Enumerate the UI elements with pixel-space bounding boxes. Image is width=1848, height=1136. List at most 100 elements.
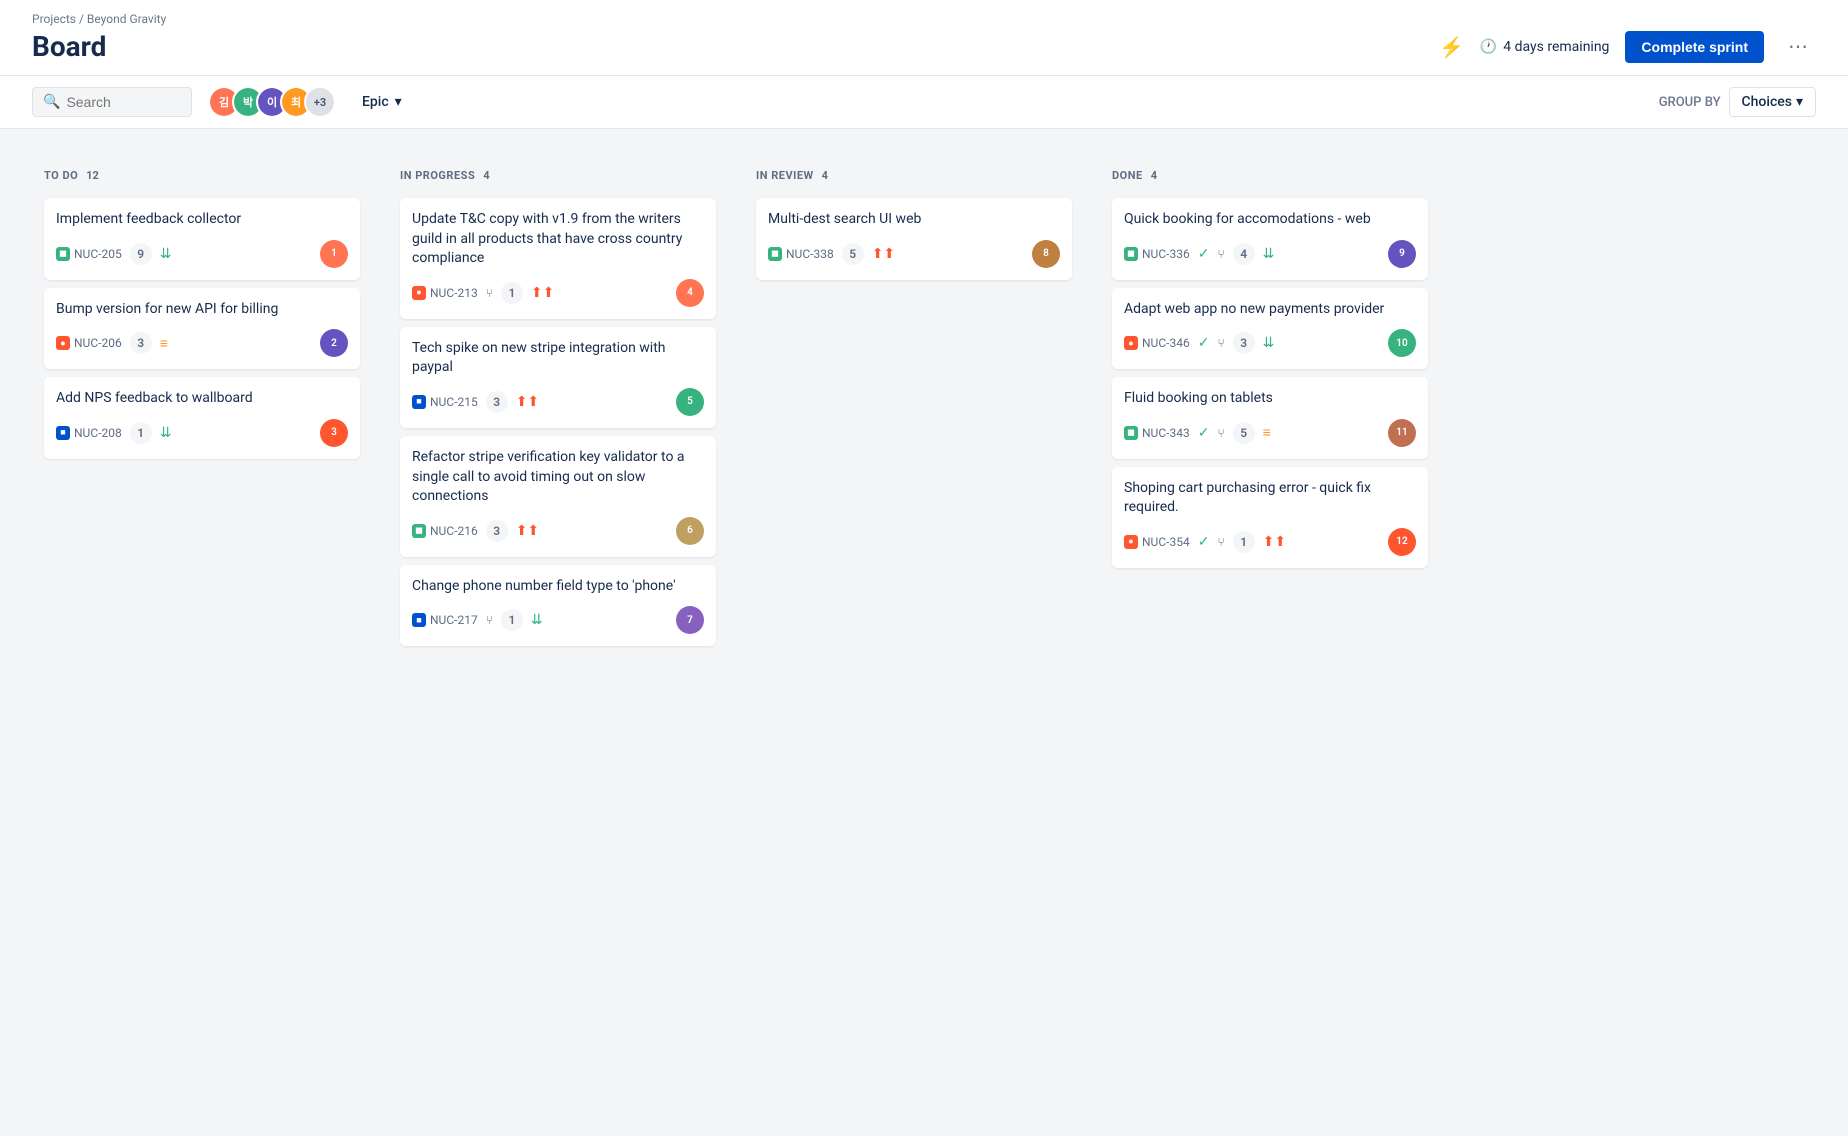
choices-label: Choices [1742,94,1792,110]
column-count: 4 [822,169,828,182]
search-icon: 🔍 [43,94,60,110]
days-remaining: 4 days remaining [1503,39,1609,55]
story-points: 3 [486,520,508,542]
timer-badge: 🕐 4 days remaining [1480,39,1610,55]
card[interactable]: Adapt web app no new payments provider ●… [1112,288,1428,370]
issue-id-text: NUC-216 [430,524,478,538]
assignee-avatar: 3 [320,419,348,447]
priority-icon: ⬆⬆ [516,523,539,539]
branch-count: 4 [1233,243,1255,265]
branch-icon: ⑂ [1217,426,1224,440]
card[interactable]: Update T&C copy with v1.9 from the write… [400,198,716,319]
card-title: Tech spike on new stripe integration wit… [412,339,704,378]
branch-icon: ⑂ [1217,247,1224,261]
search-box[interactable]: 🔍 [32,87,192,117]
issue-id: ◼ NUC-338 [768,247,834,261]
card[interactable]: Shoping cart purchasing error - quick fi… [1112,467,1428,568]
priority-icon: ⬆⬆ [872,246,895,262]
issue-type-icon: ◼ [56,247,70,261]
card[interactable]: Bump version for new API for billing ● N… [44,288,360,370]
card-meta: ● NUC-206 3 ≡ [56,332,168,354]
more-options-button[interactable]: ⋯ [1780,30,1816,63]
issue-type-icon: ■ [412,613,426,627]
card-footer: ■ NUC-217 ⑂ 1 ⇊ 7 [412,606,704,634]
check-icon: ✓ [1198,425,1210,441]
issue-id-text: NUC-206 [74,336,122,350]
branch-count: 1 [1233,531,1255,553]
column-title: IN REVIEW [756,169,814,182]
avatar-more[interactable]: +3 [304,86,336,118]
card[interactable]: Implement feedback collector ◼ NUC-205 9… [44,198,360,280]
card[interactable]: Multi-dest search UI web ◼ NUC-338 5 ⬆⬆ … [756,198,1072,280]
issue-id: ■ NUC-215 [412,395,478,409]
card[interactable]: Tech spike on new stripe integration wit… [400,327,716,428]
assignee-avatar: 10 [1388,329,1416,357]
column-count: 4 [483,169,489,182]
card-meta: ● NUC-354 ✓ ⑂ 1 ⬆⬆ [1124,531,1286,553]
card[interactable]: Fluid booking on tablets ◼ NUC-343 ✓ ⑂ 5… [1112,377,1428,459]
breadcrumb: Projects / Beyond Gravity [32,12,1816,26]
column-title: TO DO [44,169,78,182]
column-header: IN PROGRESS 4 [400,165,716,186]
issue-id: ● NUC-213 [412,286,478,300]
issue-id: ● NUC-354 [1124,535,1190,549]
issue-id-text: NUC-354 [1142,535,1190,549]
choices-dropdown[interactable]: Choices ▾ [1729,87,1816,117]
complete-sprint-button[interactable]: Complete sprint [1625,31,1764,63]
assignee-avatar: 2 [320,329,348,357]
chevron-down-icon: ▾ [395,94,402,110]
priority-icon: ≡ [1263,424,1271,441]
column-inreview: IN REVIEW 4 Multi-dest search UI web ◼ N… [744,153,1084,300]
check-icon: ✓ [1198,246,1210,262]
priority-icon: ⇊ [1263,335,1275,351]
priority-icon: ⬆⬆ [531,285,554,301]
card-meta: ■ NUC-215 3 ⬆⬆ [412,391,539,413]
epic-filter-button[interactable]: Epic ▾ [352,88,412,116]
branch-count: 1 [501,282,523,304]
check-icon: ✓ [1198,534,1210,550]
issue-id: ◼ NUC-343 [1124,426,1190,440]
issue-id: ■ NUC-217 [412,613,478,627]
search-input[interactable] [66,94,181,110]
issue-id-text: NUC-208 [74,426,122,440]
column-header: DONE 4 [1112,165,1428,186]
toolbar-left: 🔍 김 박 이 최 +3 Epic ▾ [32,86,412,118]
issue-id-text: NUC-205 [74,247,122,261]
group-by-label: GROUP BY [1659,95,1721,110]
card[interactable]: Refactor stripe verification key validat… [400,436,716,557]
lightning-icon: ⚡ [1439,35,1464,59]
issue-id-text: NUC-217 [430,613,478,627]
card[interactable]: Quick booking for accomodations - web ◼ … [1112,198,1428,280]
card-meta: ◼ NUC-336 ✓ ⑂ 4 ⇊ [1124,243,1274,265]
story-points: 3 [130,332,152,354]
card[interactable]: Change phone number field type to 'phone… [400,565,716,647]
card-title: Adapt web app no new payments provider [1124,300,1416,320]
card-meta: ● NUC-213 ⑂ 1 ⬆⬆ [412,282,554,304]
issue-id-text: NUC-343 [1142,426,1190,440]
assignee-avatar: 5 [676,388,704,416]
issue-type-icon: ● [56,336,70,350]
card[interactable]: Add NPS feedback to wallboard ■ NUC-208 … [44,377,360,459]
card-meta: ◼ NUC-205 9 ⇊ [56,243,171,265]
card-footer: ● NUC-354 ✓ ⑂ 1 ⬆⬆ 12 [1124,528,1416,556]
issue-type-icon: ■ [56,426,70,440]
column-title: DONE [1112,169,1143,182]
issue-id: ● NUC-206 [56,336,122,350]
issue-type-icon: ● [1124,336,1138,350]
avatar-group[interactable]: 김 박 이 최 +3 [208,86,336,118]
card-footer: ◼ NUC-338 5 ⬆⬆ 8 [768,240,1060,268]
issue-id: ◼ NUC-216 [412,524,478,538]
card-title: Update T&C copy with v1.9 from the write… [412,210,704,269]
branch-icon: ⑂ [1217,535,1224,549]
card-footer: ■ NUC-215 3 ⬆⬆ 5 [412,388,704,416]
card-title: Refactor stripe verification key validat… [412,448,704,507]
story-points: 5 [842,243,864,265]
card-footer: ◼ NUC-336 ✓ ⑂ 4 ⇊ 9 [1124,240,1416,268]
clock-icon: 🕐 [1480,39,1497,55]
column-count: 12 [86,169,99,182]
issue-id: ◼ NUC-336 [1124,247,1190,261]
page-title: Board [32,30,106,63]
branch-count: 5 [1233,422,1255,444]
assignee-avatar: 1 [320,240,348,268]
card-meta: ◼ NUC-216 3 ⬆⬆ [412,520,539,542]
